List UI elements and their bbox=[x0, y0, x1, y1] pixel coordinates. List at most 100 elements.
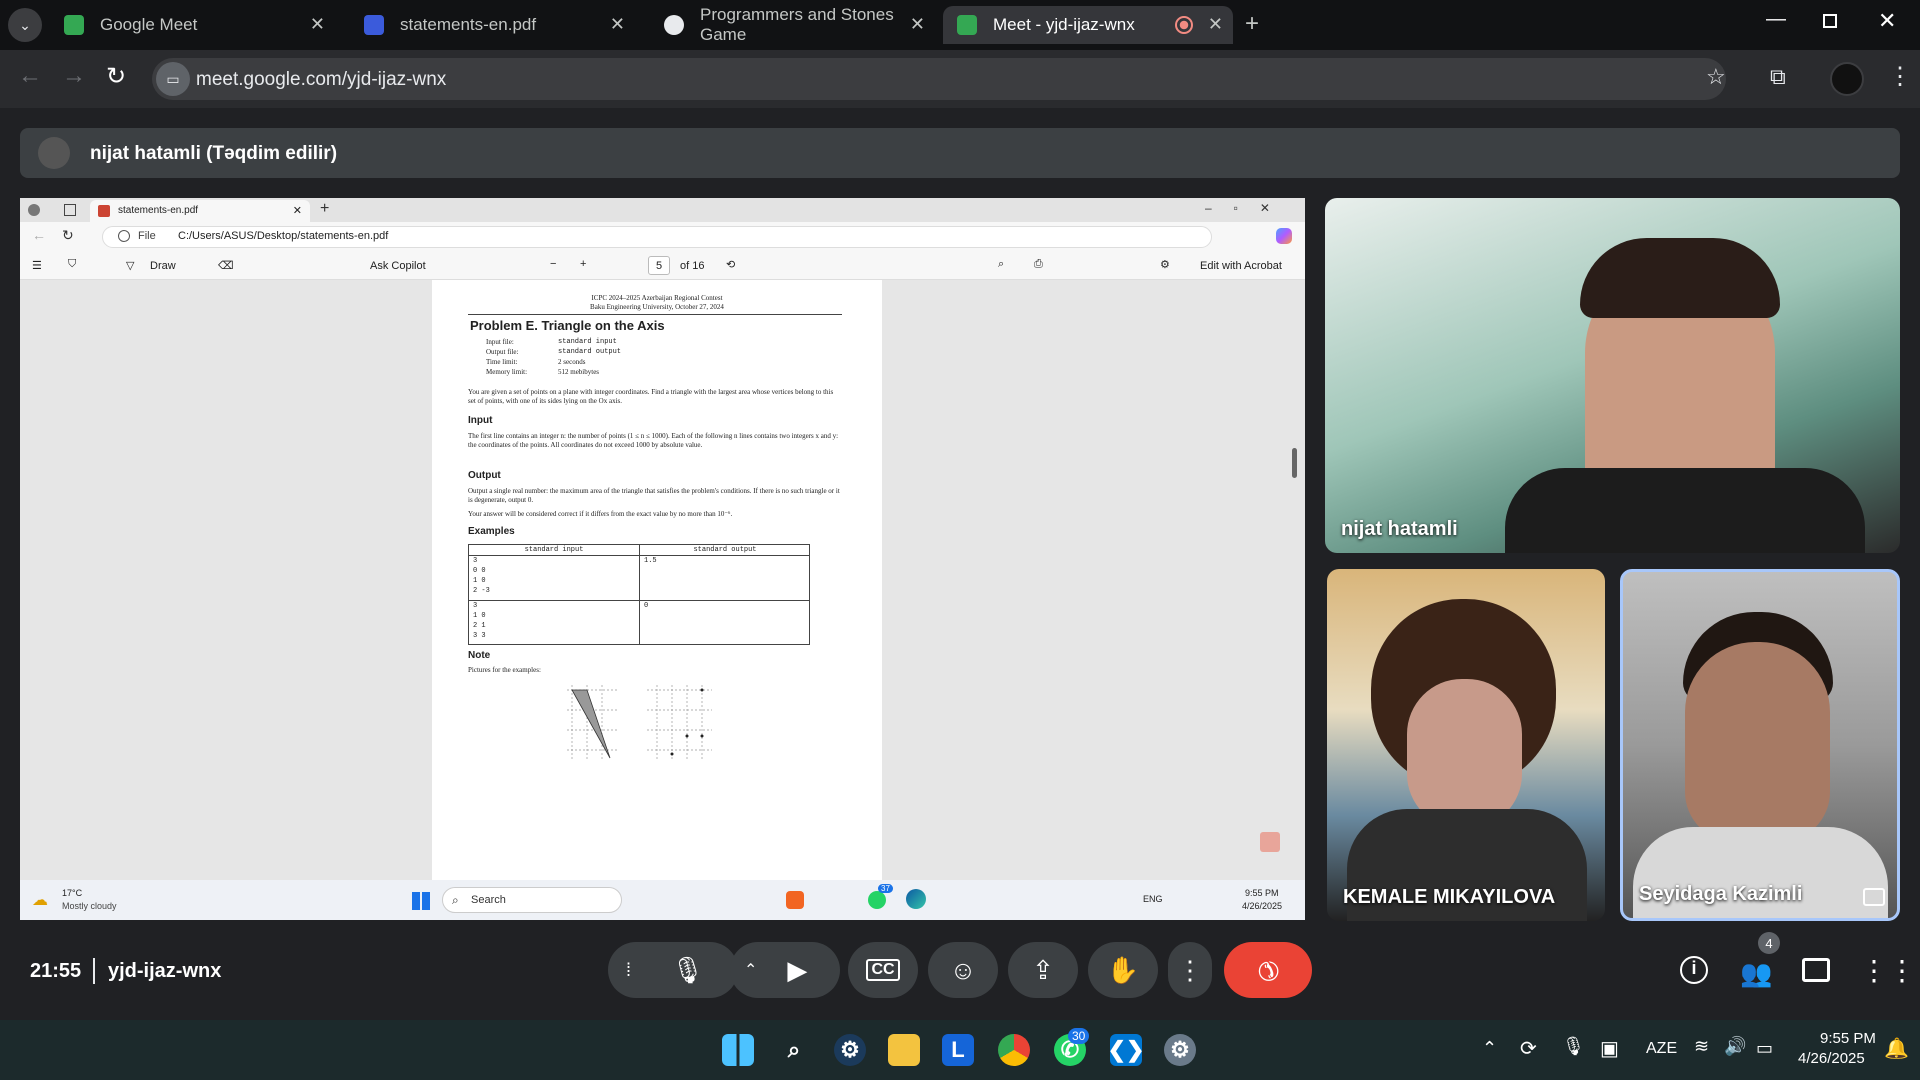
extensions-icon[interactable]: ⧉ bbox=[1770, 64, 1786, 90]
windows-start-icon[interactable] bbox=[722, 1034, 754, 1066]
more-options-button[interactable]: ⋮ bbox=[1168, 942, 1212, 998]
profile-avatar[interactable] bbox=[1830, 62, 1864, 96]
browser-menu-icon[interactable]: ⋮ bbox=[1888, 62, 1912, 91]
participant-tile-seyidaga[interactable]: Seyidaga Kazimli bbox=[1620, 569, 1900, 921]
edge-icon bbox=[906, 889, 926, 909]
forward-arrow-icon[interactable]: → bbox=[62, 62, 86, 90]
close-icon[interactable]: ✕ bbox=[310, 14, 325, 35]
leave-call-button[interactable]: ✆ bbox=[1224, 942, 1312, 998]
google-meet-icon bbox=[957, 15, 977, 35]
raise-hand-button[interactable]: ✋ bbox=[1088, 942, 1158, 998]
example-output: 0 bbox=[644, 602, 649, 610]
tab-programmers-stones[interactable]: Programmers and Stones Game ✕ bbox=[650, 5, 935, 44]
file-explorer-icon[interactable] bbox=[888, 1034, 920, 1066]
github-icon bbox=[664, 15, 684, 35]
page-number-field: 5 bbox=[648, 256, 670, 275]
participant-tile-nijat[interactable]: nijat hatamli bbox=[1325, 198, 1900, 553]
meeting-info-icon[interactable]: i bbox=[1680, 956, 1708, 984]
example-input-line: 0 0 bbox=[473, 567, 486, 575]
settings-icon: ⚙ bbox=[1160, 259, 1170, 271]
close-icon[interactable]: ✕ bbox=[910, 14, 925, 35]
inner-clock-date: 4/26/2025 bbox=[1242, 901, 1283, 911]
browser-tab-strip: ⌄ Google Meet ✕ statements-en.pdf ✕ Prog… bbox=[0, 0, 1920, 50]
note-heading: Note bbox=[468, 650, 491, 661]
camera-button[interactable]: ⌃ ▶ bbox=[730, 942, 840, 998]
triangle-shape bbox=[571, 689, 611, 759]
pdf-toolbar: ☰ ⛉ ▽ Draw ⌫ Ask Copilot − + 5 of 16 ⟲ ⌕… bbox=[20, 252, 1305, 280]
tab-statements-pdf[interactable]: statements-en.pdf ✕ bbox=[350, 6, 635, 44]
settings-gear-icon[interactable]: ⚙ bbox=[1164, 1034, 1196, 1066]
present-button[interactable]: ⇪ bbox=[1008, 942, 1078, 998]
edge-toolbar: ← ↻ File C:/Users/ASUS/Desktop/statement… bbox=[20, 222, 1305, 252]
meeting-code: yjd-ijaz-wnx bbox=[108, 960, 222, 982]
back-arrow-icon[interactable]: ← bbox=[18, 62, 42, 90]
bookmark-star-icon[interactable]: ☆ bbox=[1706, 64, 1726, 90]
participants-badge: 4 bbox=[1758, 932, 1780, 954]
keyboard-language[interactable]: AZE bbox=[1646, 1040, 1677, 1058]
steam-icon[interactable]: ⚙ bbox=[834, 1034, 866, 1066]
example-input-line: 1 0 bbox=[473, 577, 486, 585]
vscode-icon[interactable]: ❮❯ bbox=[1108, 1034, 1144, 1066]
new-tab-button[interactable]: + bbox=[1245, 10, 1259, 38]
tab-search-button[interactable]: ⌄ bbox=[8, 8, 42, 42]
chat-icon[interactable] bbox=[1802, 958, 1830, 982]
meta-value: 512 mebibytes bbox=[558, 368, 600, 376]
zoom-in-icon: + bbox=[580, 258, 587, 270]
zoom-out-icon: − bbox=[550, 258, 557, 270]
reload-icon[interactable]: ↻ bbox=[106, 62, 126, 91]
participant-hair bbox=[1580, 238, 1780, 318]
table-divider-v bbox=[639, 545, 640, 644]
restore-button[interactable] bbox=[1823, 14, 1837, 28]
volume-icon[interactable]: 🔊 bbox=[1724, 1036, 1746, 1057]
chrome-icon[interactable] bbox=[998, 1034, 1030, 1066]
windows-logo-icon bbox=[412, 892, 430, 910]
input-paragraph: The first line contains an integer n: th… bbox=[468, 432, 839, 449]
participant-name: nijat hatamli bbox=[1341, 518, 1458, 540]
meta-label: Time limit: bbox=[486, 358, 518, 366]
edge-url: C:/Users/ASUS/Desktop/statements-en.pdf bbox=[178, 230, 389, 242]
examples-table: standard input standard output 3 0 0 1 0… bbox=[468, 544, 810, 645]
microphone-icon[interactable]: 🎙 bbox=[1562, 1036, 1585, 1057]
search-icon: ⌕ bbox=[998, 258, 1005, 270]
highlight-icon: ⛉ bbox=[68, 258, 77, 270]
mic-options-button[interactable]: ⁞ 🎙 bbox=[608, 942, 738, 998]
reactions-button[interactable]: ☺ bbox=[928, 942, 998, 998]
header-rule bbox=[468, 314, 842, 315]
draw-label: Draw bbox=[150, 260, 176, 272]
close-icon[interactable]: ✕ bbox=[1208, 14, 1223, 35]
close-window-button[interactable]: ✕ bbox=[1878, 8, 1896, 34]
table-divider-h bbox=[469, 600, 809, 601]
output-precision: Your answer will be considered correct i… bbox=[468, 510, 733, 518]
emoji-icon: ☺ bbox=[949, 954, 977, 985]
tab-google-meet[interactable]: Google Meet ✕ bbox=[50, 6, 335, 44]
sync-icon[interactable]: ⟳ bbox=[1520, 1036, 1537, 1061]
participant-tile-kemale[interactable]: KEMALE MIKAYILOVA bbox=[1327, 569, 1605, 921]
search-icon[interactable]: ⌕ bbox=[778, 1034, 810, 1066]
example-input-line: 2 1 bbox=[473, 622, 486, 630]
activities-icon[interactable]: ⋮⋮ bbox=[1860, 954, 1916, 987]
clock-time[interactable]: 9:55 PM bbox=[1820, 1030, 1876, 1047]
battery-icon[interactable]: ▭ bbox=[1756, 1038, 1773, 1059]
weather-desc: Mostly cloudy bbox=[62, 901, 117, 911]
participant-shirt bbox=[1505, 468, 1865, 553]
captions-button[interactable]: CC bbox=[848, 942, 918, 998]
close-icon[interactable]: ✕ bbox=[610, 14, 625, 35]
site-info-icon[interactable]: ▭ bbox=[156, 62, 190, 96]
wifi-icon[interactable]: ≋ bbox=[1694, 1036, 1709, 1057]
example-input-line: 2 -3 bbox=[473, 587, 490, 595]
clock-date[interactable]: 4/26/2025 bbox=[1798, 1050, 1865, 1067]
participant-name: Seyidaga Kazimli bbox=[1639, 883, 1803, 905]
minimize-button[interactable]: — bbox=[1766, 8, 1786, 31]
meta-value: standard output bbox=[558, 348, 622, 356]
notification-bell-icon[interactable]: 🔔 bbox=[1884, 1036, 1909, 1061]
display-icon[interactable]: ▣ bbox=[1600, 1036, 1619, 1061]
people-icon[interactable]: 👥 bbox=[1740, 958, 1772, 989]
edge-tab-label: statements-en.pdf bbox=[118, 205, 199, 216]
pin-tile-icon[interactable] bbox=[1863, 888, 1885, 906]
l-app-icon[interactable]: L bbox=[942, 1034, 974, 1066]
chevron-up-icon[interactable]: ⌃ bbox=[1482, 1038, 1497, 1059]
meta-row: Input file: standard input bbox=[486, 338, 786, 347]
meta-row: Memory limit: 512 mebibytes bbox=[486, 368, 786, 377]
tab-meet-active[interactable]: Meet - yjd-ijaz-wnx ✕ bbox=[943, 6, 1233, 44]
meta-value: standard input bbox=[558, 338, 617, 346]
